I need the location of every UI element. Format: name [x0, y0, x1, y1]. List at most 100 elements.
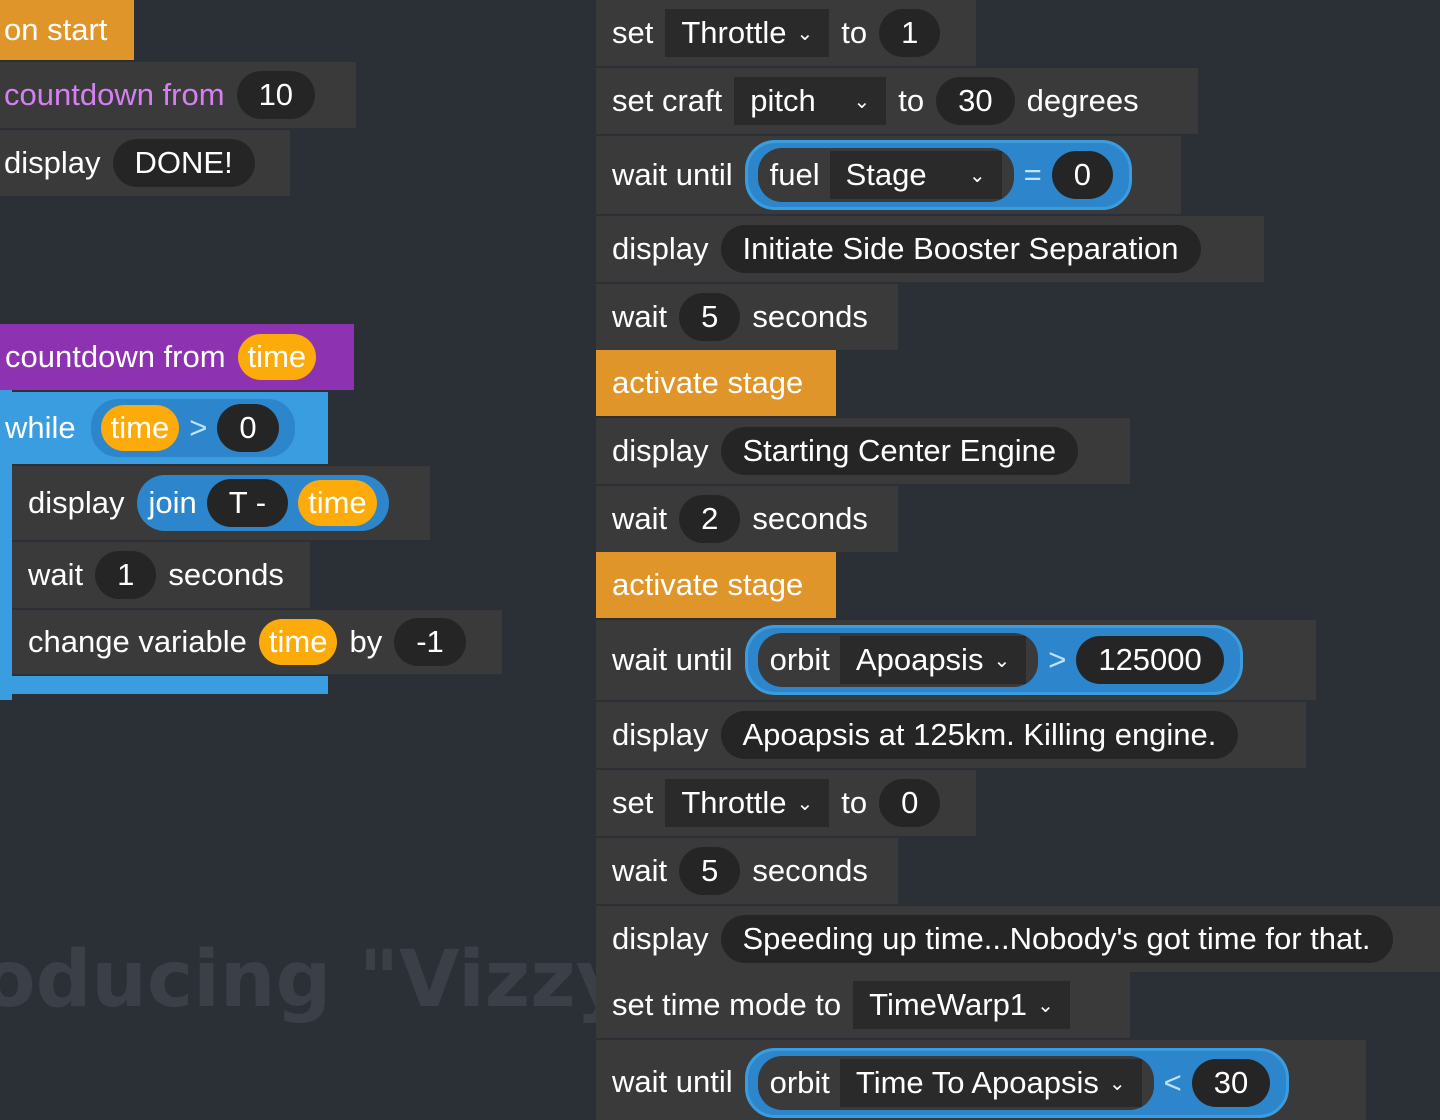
to-label: to — [841, 785, 868, 820]
condition[interactable]: orbit Time To Apoapsis ⌄ < 30 — [744, 1048, 1290, 1118]
on-start-block[interactable]: on start — [0, 0, 134, 60]
to-label: to — [898, 83, 925, 118]
text-slot[interactable]: Apoapsis at 125km. Killing engine. — [720, 711, 1239, 759]
time-mode-dropdown[interactable]: TimeWarp1 ⌄ — [853, 981, 1070, 1029]
block-label: on start — [4, 12, 108, 47]
block-label: wait until — [612, 1064, 733, 1099]
dropdown-value: Stage — [845, 157, 927, 192]
value-slot[interactable]: 1 — [879, 9, 941, 57]
change-variable-block[interactable]: change variable time by -1 — [12, 610, 502, 674]
value-slot[interactable]: -1 — [394, 618, 466, 666]
variable[interactable]: time — [298, 480, 377, 526]
unit-label: degrees — [1026, 83, 1139, 118]
condition[interactable]: orbit Apoapsis ⌄ > 125000 — [744, 625, 1243, 695]
display-block[interactable]: display Initiate Side Booster Separation — [596, 216, 1264, 282]
value-slot[interactable]: 5 — [679, 293, 741, 341]
block-label: while — [5, 410, 76, 445]
join-expression[interactable]: join T - time — [136, 475, 389, 531]
while-bottom — [0, 676, 328, 694]
display-block[interactable]: display Starting Center Engine — [596, 418, 1130, 484]
set-craft-pitch-block[interactable]: set craft pitch ⌄ to 30 degrees — [596, 68, 1198, 134]
operator: > — [1048, 642, 1067, 677]
value-slot[interactable]: 0 — [879, 779, 941, 827]
block-label: display — [612, 921, 709, 956]
block-label: display — [612, 231, 709, 266]
wait-block[interactable]: wait 5 seconds — [596, 838, 898, 904]
text-slot[interactable]: DONE! — [112, 139, 255, 187]
throttle-dropdown[interactable]: Throttle ⌄ — [665, 9, 830, 57]
chevron-down-icon: ⌄ — [796, 22, 814, 45]
wait-until-fuel-block[interactable]: wait until fuel Stage ⌄ = 0 — [596, 136, 1181, 214]
block-label: wait — [28, 557, 84, 592]
param-variable[interactable]: time — [237, 334, 317, 380]
while-block[interactable]: while time > 0 — [0, 392, 328, 464]
dropdown-value: Throttle — [681, 785, 787, 820]
text-slot[interactable]: Initiate Side Booster Separation — [720, 225, 1201, 273]
wait-until-time-to-apoapsis-block[interactable]: wait until orbit Time To Apoapsis ⌄ < 30 — [596, 1040, 1366, 1120]
block-label: countdown from — [5, 339, 226, 374]
block-label: set — [612, 15, 654, 50]
block-label: wait — [612, 501, 668, 536]
condition[interactable]: time > 0 — [87, 396, 298, 460]
value-slot[interactable]: 5 — [679, 847, 741, 895]
value-slot[interactable]: 125000 — [1076, 636, 1224, 684]
dropdown-value: TimeWarp1 — [869, 987, 1028, 1022]
block-label: display — [612, 433, 709, 468]
activate-stage-block[interactable]: activate stage — [596, 552, 836, 618]
display-block[interactable]: display Speeding up time...Nobody's got … — [596, 906, 1440, 972]
wait-block[interactable]: wait 2 seconds — [596, 486, 898, 552]
activate-stage-block[interactable]: activate stage — [596, 350, 836, 416]
countdown-definition-block[interactable]: countdown from time — [0, 324, 354, 390]
set-throttle-block[interactable]: set Throttle ⌄ to 1 — [596, 0, 976, 66]
value-slot[interactable]: 2 — [679, 495, 741, 543]
set-time-mode-block[interactable]: set time mode to TimeWarp1 ⌄ — [596, 972, 1130, 1038]
value-slot[interactable]: 0 — [217, 404, 279, 452]
set-throttle-block[interactable]: set Throttle ⌄ to 0 — [596, 770, 976, 836]
block-label: activate stage — [612, 567, 804, 602]
orbit-expression[interactable]: orbit Apoapsis ⌄ — [757, 633, 1039, 687]
display-join-block[interactable]: display join T - time — [12, 466, 430, 540]
text-slot[interactable]: T - — [206, 479, 289, 527]
watermark-text: oducing "Vizzy" — [0, 935, 668, 1025]
fuel-dropdown[interactable]: Stage ⌄ — [829, 151, 1002, 199]
countdown-call-block[interactable]: countdown from 10 — [0, 62, 356, 128]
block-label: change variable — [28, 624, 247, 659]
wait-block[interactable]: wait 1 seconds — [12, 542, 310, 608]
fuel-expression[interactable]: fuel Stage ⌄ — [757, 148, 1014, 202]
value-slot[interactable]: 1 — [95, 551, 157, 599]
orbit-dropdown[interactable]: Apoapsis ⌄ — [839, 636, 1027, 684]
chevron-down-icon: ⌄ — [968, 164, 986, 187]
block-label: activate stage — [612, 365, 804, 400]
display-block[interactable]: display DONE! — [0, 130, 290, 196]
variable[interactable]: time — [258, 619, 338, 665]
display-block[interactable]: display Apoapsis at 125km. Killing engin… — [596, 702, 1306, 768]
category-label: orbit — [769, 642, 830, 677]
join-label: join — [148, 485, 197, 520]
chevron-down-icon: ⌄ — [1037, 994, 1054, 1017]
unit-label: seconds — [168, 557, 284, 592]
wait-block[interactable]: wait 5 seconds — [596, 284, 898, 350]
orbit-expression[interactable]: orbit Time To Apoapsis ⌄ — [757, 1056, 1154, 1110]
condition[interactable]: fuel Stage ⌄ = 0 — [744, 140, 1132, 210]
block-label: wait until — [612, 642, 733, 677]
dropdown-value: Throttle — [681, 15, 787, 50]
value-slot[interactable]: 10 — [236, 71, 316, 119]
value-slot[interactable]: 30 — [1191, 1059, 1271, 1107]
throttle-dropdown[interactable]: Throttle ⌄ — [665, 779, 830, 827]
block-label: wait — [612, 299, 668, 334]
variable[interactable]: time — [100, 405, 180, 451]
operator: < — [1163, 1065, 1182, 1100]
block-label: countdown from — [4, 77, 225, 112]
pitch-dropdown[interactable]: pitch ⌄ — [734, 77, 887, 125]
chevron-down-icon: ⌄ — [1108, 1072, 1126, 1095]
value-slot[interactable]: 30 — [936, 77, 1015, 125]
orbit-dropdown[interactable]: Time To Apoapsis ⌄ — [839, 1059, 1142, 1107]
value-slot[interactable]: 0 — [1051, 151, 1113, 199]
text-slot[interactable]: Starting Center Engine — [720, 427, 1079, 475]
category-label: fuel — [769, 157, 820, 192]
text-slot[interactable]: Speeding up time...Nobody's got time for… — [720, 915, 1393, 963]
block-label: display — [28, 485, 125, 520]
wait-until-apoapsis-block[interactable]: wait until orbit Apoapsis ⌄ > 125000 — [596, 620, 1316, 700]
block-label: wait — [612, 853, 668, 888]
unit-label: seconds — [752, 299, 868, 334]
